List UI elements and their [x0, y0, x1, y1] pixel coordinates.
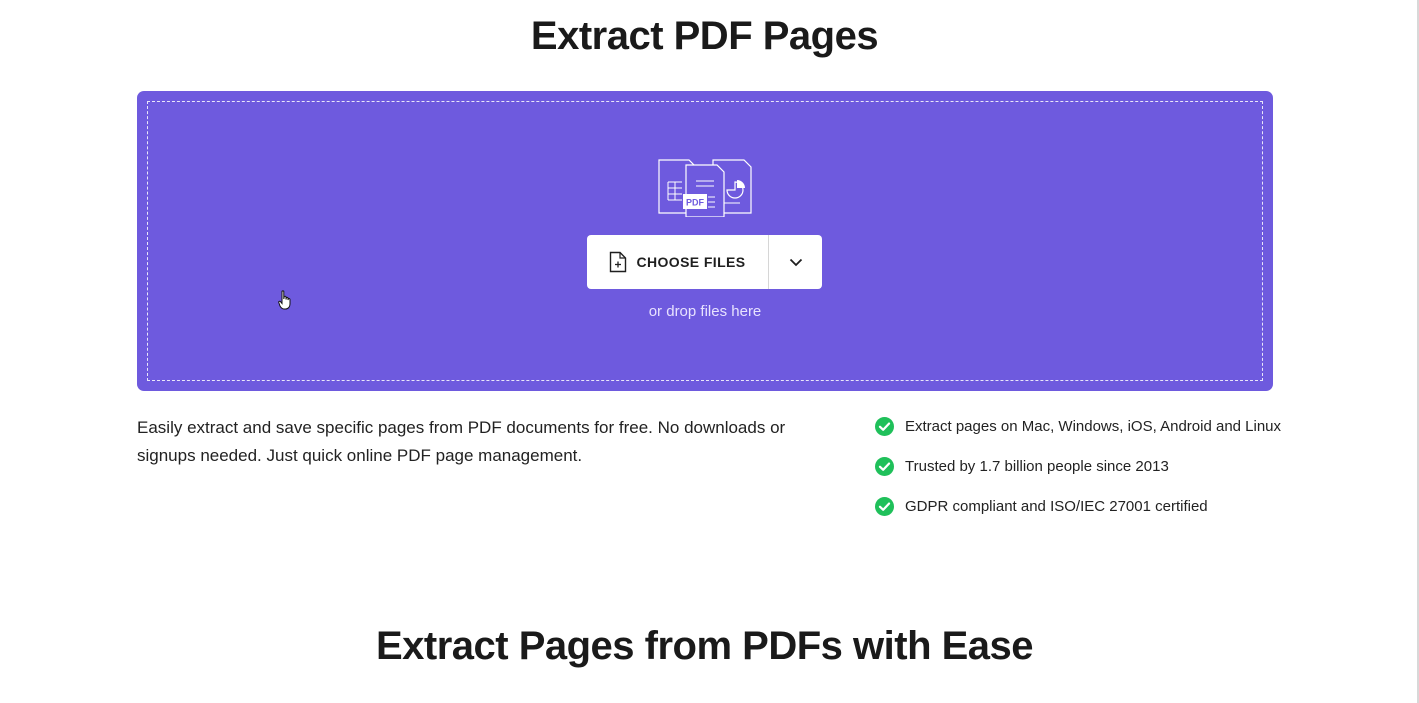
feature-item: Extract pages on Mac, Windows, iOS, Andr…: [875, 414, 1295, 439]
section-title: Extract Pages from PDFs with Ease: [375, 624, 1034, 668]
check-circle-icon: [875, 417, 894, 436]
upload-source-dropdown[interactable]: [769, 235, 822, 289]
choose-files-group: CHOOSE FILES: [587, 235, 822, 289]
add-file-icon: [610, 251, 627, 273]
feature-label: Trusted by 1.7 billion people since 2013: [905, 458, 1169, 475]
feature-item: Trusted by 1.7 billion people since 2013: [875, 454, 1295, 479]
chevron-down-icon: [789, 258, 802, 266]
feature-label: Extract pages on Mac, Windows, iOS, Andr…: [905, 418, 1282, 435]
feature-list: Extract pages on Mac, Windows, iOS, Andr…: [875, 414, 1295, 534]
drop-hint: or drop files here: [648, 303, 762, 320]
check-circle-icon: [875, 497, 894, 516]
files-illustration-icon: PDF: [658, 159, 752, 217]
check-circle-icon: [875, 457, 894, 476]
choose-files-label: CHOOSE FILES: [636, 254, 746, 270]
hand-cursor-icon: [278, 290, 291, 310]
feature-item: GDPR compliant and ISO/IEC 27001 certifi…: [875, 494, 1295, 519]
tool-description: Easily extract and save specific pages f…: [137, 418, 786, 465]
feature-label: GDPR compliant and ISO/IEC 27001 certifi…: [905, 498, 1208, 515]
pdf-badge-text: PDF: [686, 198, 705, 208]
choose-files-button[interactable]: CHOOSE FILES: [587, 235, 768, 289]
page-title: Extract PDF Pages: [530, 14, 879, 58]
file-dropzone[interactable]: PDF CHOOSE FILES or drop files here: [137, 91, 1273, 391]
